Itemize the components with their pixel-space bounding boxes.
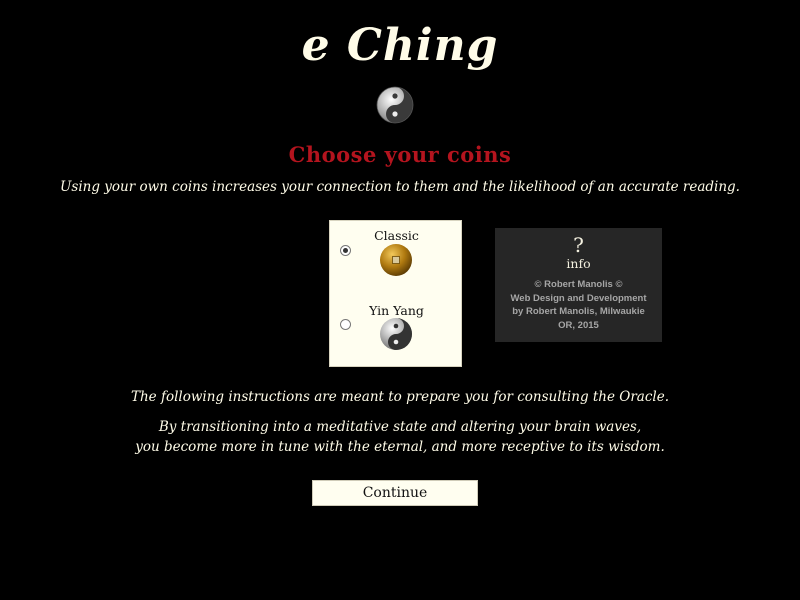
instruction-text: The following instructions are meant to … (130, 389, 670, 405)
question-mark-icon[interactable]: ? (495, 234, 662, 256)
credit-line: Web Design and Development (510, 292, 647, 304)
yin-yang-coin-icon[interactable] (379, 317, 413, 351)
info-box[interactable]: ? info © Robert Manolis © Web Design and… (495, 228, 662, 342)
instruction-text: By transitioning into a meditative state… (158, 419, 642, 435)
credit-line: OR, 2015 (558, 319, 599, 331)
app-title: e Ching (301, 20, 499, 71)
credit-line: by Robert Manolis, Milwaukie (512, 306, 645, 317)
page: e Ching Choose your coins Using your own… (0, 0, 800, 600)
info-label[interactable]: info (495, 256, 662, 271)
credit-line: © Robert Manolis © (534, 279, 623, 290)
yin-yang-icon (376, 86, 414, 124)
classic-coin-icon[interactable] (379, 243, 413, 277)
coin-option-label-yin-yang: Yin Yang (369, 303, 424, 318)
page-heading: Choose your coins (288, 142, 512, 167)
coin-option-label-classic: Classic (374, 228, 419, 243)
intro-text: Using your own coins increases your conn… (60, 179, 740, 195)
radio-yin-yang[interactable] (340, 319, 351, 330)
continue-button[interactable]: Continue (312, 480, 478, 506)
instruction-text: you become more in tune with the eternal… (135, 439, 665, 455)
radio-classic[interactable] (340, 245, 351, 256)
coin-selection-panel: Classic Yin Yang (329, 220, 462, 367)
